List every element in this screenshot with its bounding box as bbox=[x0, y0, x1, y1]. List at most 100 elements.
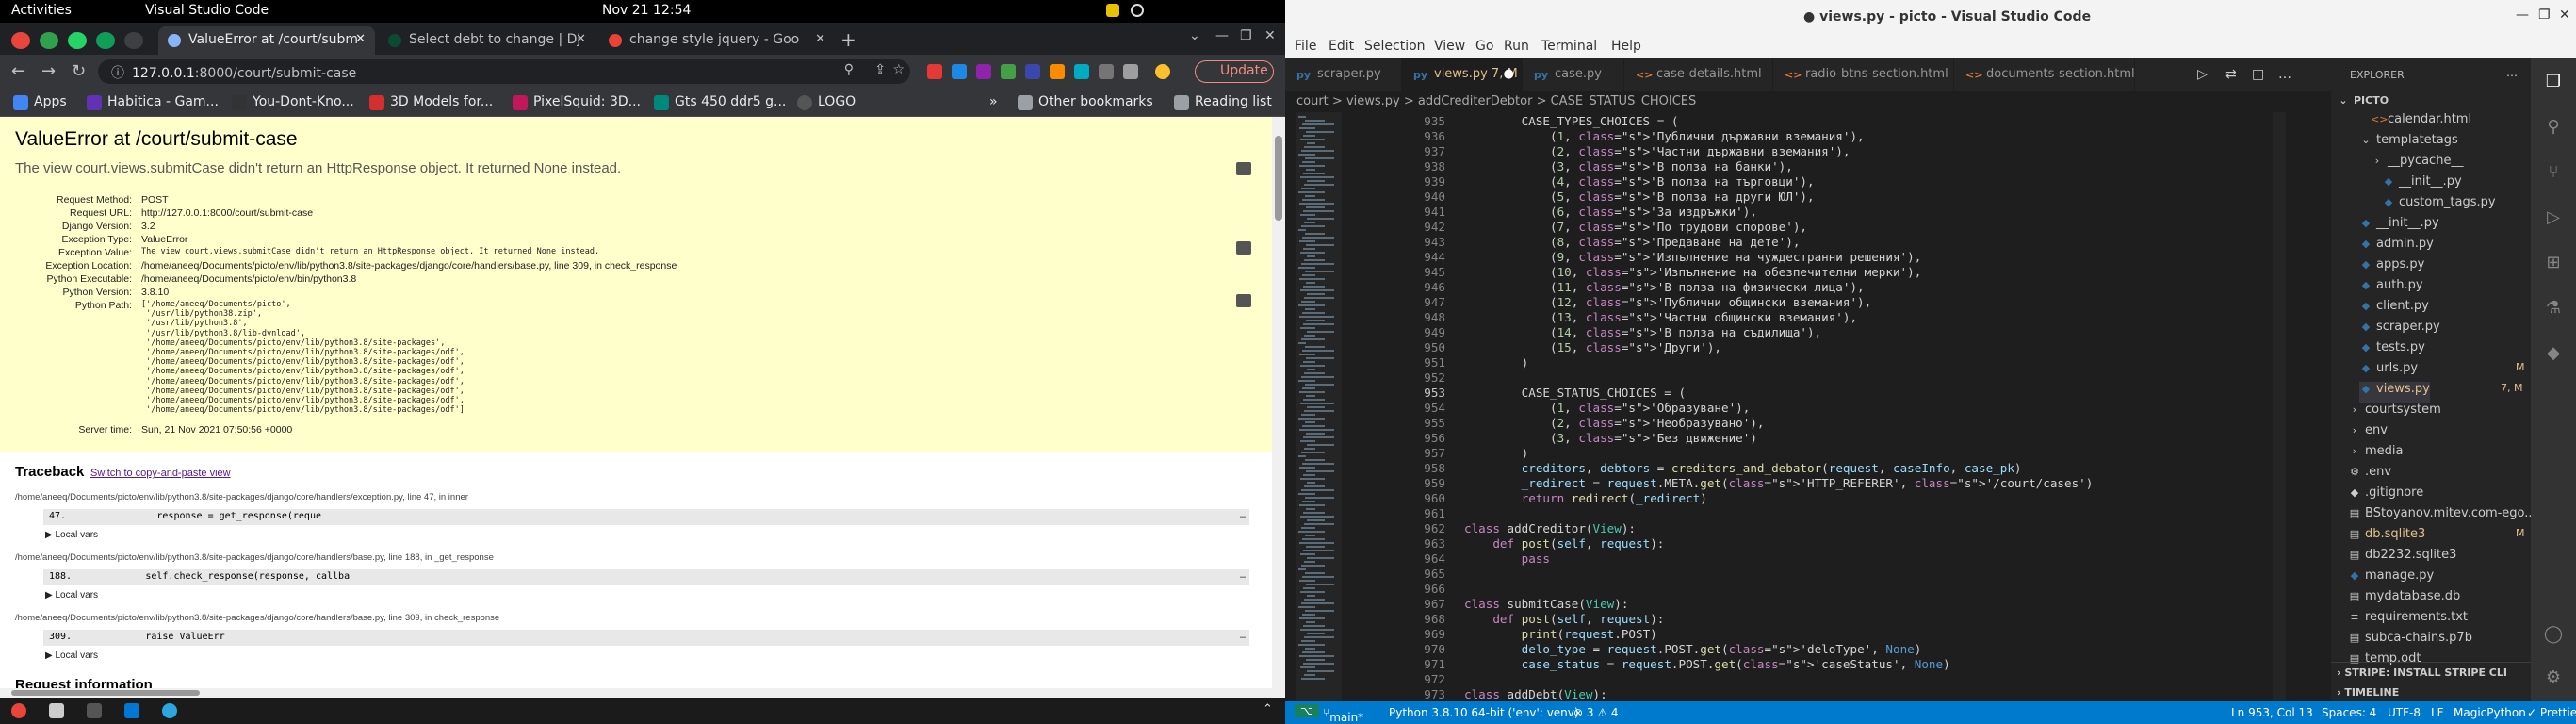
new-tab-button[interactable]: + bbox=[840, 28, 856, 51]
pinned-tab-app-icon[interactable] bbox=[40, 32, 58, 49]
tree-item[interactable]: ≡ requirements.txt bbox=[2348, 610, 2468, 631]
code-line[interactable]: return redirect(_redirect) bbox=[1464, 491, 1707, 505]
tray-notes-icon[interactable] bbox=[1106, 4, 1119, 17]
search-icon[interactable]: ⚲ bbox=[844, 62, 854, 77]
extension-icon[interactable] bbox=[1001, 64, 1016, 79]
app-menu[interactable]: Visual Studio Code bbox=[145, 3, 269, 18]
code-line[interactable]: (6, class="s">'За издръжки'), bbox=[1464, 205, 1757, 219]
more-actions-icon[interactable]: … bbox=[2278, 67, 2291, 82]
frame-code[interactable]: 188. self.check_response(response, callb… bbox=[43, 569, 1249, 585]
tree-item[interactable]: ◆ scraper.py bbox=[2359, 320, 2440, 340]
bookmark-gts450[interactable]: Gts 450 ddr5 g... bbox=[654, 94, 786, 110]
tree-item[interactable]: ◆ custom_tags.py bbox=[2382, 195, 2496, 216]
tab-documents[interactable]: <> documents-section.html bbox=[1954, 58, 2135, 91]
timeline-panel-header[interactable]: › TIMELINE bbox=[2331, 683, 2531, 701]
terminal-icon[interactable] bbox=[87, 703, 102, 718]
code-line[interactable]: (3, class="s">'В полза на банки'), bbox=[1464, 159, 1793, 173]
tab-search-icon[interactable]: ⌄ bbox=[1189, 28, 1200, 43]
tree-item[interactable]: ▤ mydatabase.db bbox=[2348, 589, 2460, 610]
pinned-tab-blank-icon[interactable] bbox=[124, 32, 143, 49]
tree-item[interactable]: › __pycache__ bbox=[2371, 154, 2464, 174]
app-icon[interactable] bbox=[162, 703, 177, 718]
settings-gear-icon[interactable]: ⚙ bbox=[2542, 667, 2565, 690]
tab-views[interactable]: py views.py 7, M ● bbox=[1402, 58, 1523, 91]
bookmark-pixelsquid[interactable]: PixelSquid: 3D... bbox=[513, 94, 641, 110]
encoding[interactable]: UTF-8 bbox=[2388, 706, 2421, 719]
vscode-icon[interactable] bbox=[124, 703, 139, 718]
tree-item[interactable]: ⚙ .env bbox=[2348, 465, 2391, 485]
frame-code[interactable]: 309. raise ValueErr… bbox=[43, 630, 1249, 646]
tab-scraper[interactable]: py scraper.py bbox=[1285, 58, 1402, 91]
run-icon[interactable]: ▷ bbox=[2197, 67, 2208, 82]
tree-item[interactable]: ◆ client.py bbox=[2359, 299, 2429, 320]
code-line[interactable]: (5, class="s">'В полза на други ЮЛ'), bbox=[1464, 189, 1815, 204]
tree-item[interactable]: ◆ urls.py M bbox=[2359, 361, 2525, 382]
tree-item[interactable]: ▤ BStoyanov.mitev.com-ego... bbox=[2348, 506, 2531, 527]
cursor-position[interactable]: Ln 953, Col 13 bbox=[2231, 706, 2313, 719]
breadcrumb[interactable]: court > views.py > addCrediterDebtor > C… bbox=[1285, 91, 2331, 112]
scrollbar-thumb[interactable] bbox=[1275, 136, 1282, 221]
reload-icon[interactable]: ↻ bbox=[72, 61, 86, 81]
code-line[interactable]: CASE_TYPES_CHOICES = ( bbox=[1464, 114, 1679, 128]
bookmarks-overflow-icon[interactable]: » bbox=[989, 94, 998, 109]
back-icon[interactable]: ← bbox=[11, 61, 25, 81]
tree-item[interactable]: ◆ __init__.py bbox=[2382, 174, 2462, 195]
code-line[interactable]: print(request.POST) bbox=[1464, 627, 1657, 641]
menu-view[interactable]: View bbox=[1434, 39, 1465, 54]
tree-item[interactable]: ◆ manage.py bbox=[2348, 568, 2434, 589]
code-line[interactable]: (8, class="s">'Предаване на дете'), bbox=[1464, 235, 1800, 249]
extension-icon[interactable] bbox=[1099, 64, 1114, 79]
code-line[interactable]: def post(self, request): bbox=[1464, 536, 1664, 551]
tree-item[interactable]: ⌄ PICTO bbox=[2337, 91, 2389, 112]
tree-item[interactable]: ▤ db.sqlite3 M bbox=[2348, 527, 2525, 548]
local-vars-toggle[interactable]: ▶ Local vars bbox=[45, 530, 98, 540]
copy-icon[interactable] bbox=[1236, 241, 1251, 255]
tree-item[interactable]: › courtsystem bbox=[2348, 403, 2441, 423]
stripe-panel-header[interactable]: › STRIPE: INSTALL STRIPE CLI bbox=[2331, 662, 2531, 683]
puzzle-icon[interactable] bbox=[1123, 64, 1138, 79]
tree-item[interactable]: <>calendar.html bbox=[2371, 112, 2471, 133]
problems-count[interactable]: ⊗ 3 ⚠ 4 bbox=[1573, 706, 1619, 719]
forward-icon[interactable]: → bbox=[41, 61, 56, 81]
unsaved-dot-icon[interactable]: ● bbox=[1504, 67, 1514, 81]
code-line[interactable]: (2, class="s">'Необразувано'), bbox=[1464, 416, 1765, 430]
bookmark-ydkjs[interactable]: You-Dont-Kno... bbox=[232, 94, 354, 110]
extension-icon[interactable] bbox=[952, 64, 967, 79]
code-line[interactable]: ) bbox=[1464, 446, 1529, 460]
close-window-icon[interactable]: ✕ bbox=[1264, 28, 1276, 43]
local-vars-toggle[interactable]: ▶ Local vars bbox=[45, 650, 98, 661]
bookmark-logo[interactable]: LOGO bbox=[797, 94, 856, 110]
tree-item[interactable]: ◆ apps.py bbox=[2359, 257, 2425, 278]
code-line[interactable]: class submitCase(View): bbox=[1464, 597, 1628, 611]
code-line[interactable]: class addCreditor(View): bbox=[1464, 521, 1636, 535]
python-interpreter[interactable]: Python 3.8.10 64-bit ('env': venv) bbox=[1389, 706, 1579, 719]
code-line[interactable]: case_status = request.POST.get(class="s"… bbox=[1464, 657, 1950, 671]
code-line[interactable]: ) bbox=[1464, 355, 1529, 370]
code-line[interactable]: (9, class="s">'Изпълнение на чуждестранн… bbox=[1464, 250, 1921, 264]
git-branch[interactable]: ⑂ main* bbox=[1323, 706, 1363, 724]
code-line[interactable]: (13, class="s">'Частни общински вземания… bbox=[1464, 310, 1857, 324]
tree-item[interactable]: ▤ subca-chains.p7b bbox=[2348, 631, 2472, 651]
tab-google-search[interactable]: change style jquery - Goo ✕ bbox=[599, 26, 835, 55]
maximize-icon[interactable]: ❐ bbox=[1240, 28, 1252, 43]
tab-case[interactable]: py case.py bbox=[1523, 58, 1624, 91]
minimap[interactable] bbox=[1296, 112, 1342, 701]
clock[interactable]: Nov 21 12:54 bbox=[602, 3, 691, 18]
source-control-icon[interactable]: ⑂ bbox=[2542, 162, 2565, 185]
prettier-status[interactable]: ✓ Prettier bbox=[2527, 706, 2576, 719]
bookmark-habitica[interactable]: Habitica - Gam... bbox=[87, 94, 219, 110]
scrollbar-thumb[interactable] bbox=[11, 690, 200, 696]
tree-item[interactable]: ◆ auth.py bbox=[2359, 278, 2423, 299]
bookmark-apps[interactable]: Apps bbox=[13, 94, 67, 110]
code-editor[interactable]: 935 CASE_TYPES_CHOICES = (936 (1, class=… bbox=[1342, 112, 2093, 701]
code-line[interactable]: (3, class="s">'Без движение') bbox=[1464, 431, 1757, 445]
tab-select-debt[interactable]: Select debt to change | Dj ✕ bbox=[379, 26, 595, 55]
tree-item[interactable]: ◆ .gitignore bbox=[2348, 485, 2423, 506]
minimize-icon[interactable]: — bbox=[2516, 8, 2529, 23]
close-tab-icon[interactable]: ✕ bbox=[355, 32, 366, 46]
tree-item[interactable]: › env bbox=[2348, 423, 2388, 444]
extension-icon[interactable] bbox=[1074, 64, 1089, 79]
more-actions-icon[interactable]: … bbox=[2506, 66, 2518, 79]
remote-icon[interactable]: ⌥ bbox=[1295, 704, 1319, 717]
bookmark-star-icon[interactable]: ☆ bbox=[892, 62, 905, 77]
